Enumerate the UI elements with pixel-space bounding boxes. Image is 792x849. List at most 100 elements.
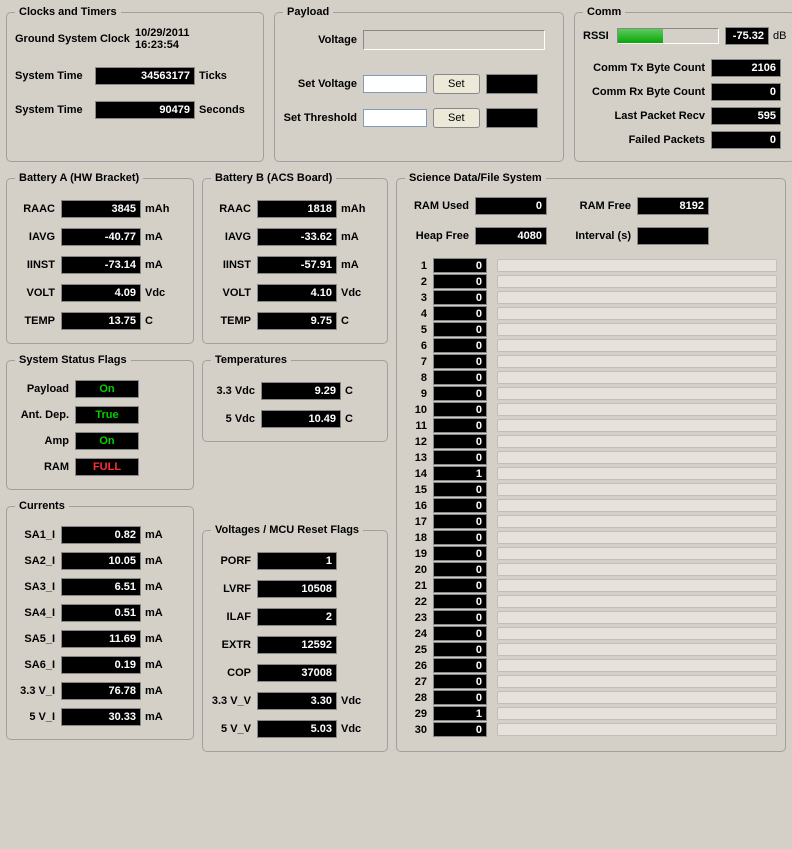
flags-rows-row-0: PayloadOn [15, 380, 185, 398]
sci-row-num-19: 19 [405, 548, 427, 560]
batA-rows-label-2: IINST [15, 259, 61, 271]
currents-rows-label-1: SA2_I [15, 555, 61, 567]
sci-row-bar-3 [497, 291, 777, 304]
sci-row-value-2: 0 [433, 274, 487, 289]
sci-row-num-27: 27 [405, 676, 427, 688]
sci-row-num-9: 9 [405, 388, 427, 400]
battery-b-legend: Battery B (ACS Board) [211, 172, 336, 184]
currents-rows-row-7: 5 V_I30.33mA [15, 708, 185, 726]
sci-row-bar-8 [497, 371, 777, 384]
set-voltage-input[interactable] [363, 75, 427, 93]
sci-row-bar-25 [497, 643, 777, 656]
set-threshold-input[interactable] [363, 109, 427, 127]
sci-row-value-3: 0 [433, 290, 487, 305]
batB-rows-unit-2: mA [337, 259, 359, 271]
currents-rows-unit-2: mA [141, 581, 163, 593]
sci-row-num-23: 23 [405, 612, 427, 624]
sci-row-bar-24 [497, 627, 777, 640]
comm-rx-label: Comm Rx Byte Count [583, 86, 711, 98]
rssi-label: RSSI [583, 30, 617, 42]
batB-rows-value-4: 9.75 [257, 312, 337, 330]
sci-row-value-15: 0 [433, 482, 487, 497]
flags-rows-value-3: FULL [75, 458, 139, 476]
sci-row-num-21: 21 [405, 580, 427, 592]
sci-row-num-29: 29 [405, 708, 427, 720]
sci-row-bar-23 [497, 611, 777, 624]
sci-row-num-24: 24 [405, 628, 427, 640]
sci-row-num-26: 26 [405, 660, 427, 672]
currents-rows-row-4: SA5_I11.69mA [15, 630, 185, 648]
sci-row-value-20: 0 [433, 562, 487, 577]
sci-row-num-14: 14 [405, 468, 427, 480]
batB-rows-unit-0: mAh [337, 203, 365, 215]
sci-row-value-24: 0 [433, 626, 487, 641]
flags-rows-value-1: True [75, 406, 139, 424]
sci-row-bar-1 [497, 259, 777, 272]
batB-rows-row-1: IAVG-33.62mA [211, 228, 379, 246]
sci-row-num-11: 11 [405, 420, 427, 432]
sci-row-num-12: 12 [405, 436, 427, 448]
set-threshold-readback [486, 108, 538, 128]
vmcu-rows-row-4: COP37008 [211, 664, 379, 682]
ram-used-label: RAM Used [405, 200, 475, 212]
sci-row-num-10: 10 [405, 404, 427, 416]
battery-a-legend: Battery A (HW Bracket) [15, 172, 143, 184]
clocks-panel: Clocks and Timers Ground System Clock 10… [6, 6, 264, 162]
currents-rows-value-5: 0.19 [61, 656, 141, 674]
sci-row-num-16: 16 [405, 500, 427, 512]
flags-rows-label-0: Payload [15, 383, 75, 395]
sci-row-num-2: 2 [405, 276, 427, 288]
vmcu-rows-unit-6: Vdc [337, 723, 361, 735]
currents-rows-row-3: SA4_I0.51mA [15, 604, 185, 622]
vmcu-rows-row-3: EXTR12592 [211, 636, 379, 654]
sci-row-bar-12 [497, 435, 777, 448]
sci-row-bar-18 [497, 531, 777, 544]
sci-row-value-21: 0 [433, 578, 487, 593]
battery-a-panel: Battery A (HW Bracket) RAAC3845mAhIAVG-4… [6, 172, 194, 344]
temps-rows-unit-0: C [341, 385, 353, 397]
systime1-label: System Time [15, 70, 95, 82]
sci-row-value-4: 0 [433, 306, 487, 321]
sci-row-value-7: 0 [433, 354, 487, 369]
batA-rows-value-4: 13.75 [61, 312, 141, 330]
vmcu-rows-value-4: 37008 [257, 664, 337, 682]
batA-rows-unit-1: mA [141, 231, 163, 243]
currents-rows-row-2: SA3_I6.51mA [15, 578, 185, 596]
currents-rows-label-0: SA1_I [15, 529, 61, 541]
sci-row-value-6: 0 [433, 338, 487, 353]
sci-row-bar-14 [497, 467, 777, 480]
sci-row-bar-11 [497, 419, 777, 432]
batA-rows-label-1: IAVG [15, 231, 61, 243]
clocks-legend: Clocks and Timers [15, 6, 121, 18]
flags-rows-value-2: On [75, 432, 139, 450]
sci-row-value-25: 0 [433, 642, 487, 657]
sci-row-value-19: 0 [433, 546, 487, 561]
sci-row-num-25: 25 [405, 644, 427, 656]
set-threshold-button[interactable]: Set [433, 108, 480, 128]
batA-rows-row-3: VOLT4.09Vdc [15, 284, 185, 302]
currents-rows-unit-7: mA [141, 711, 163, 723]
rssi-value: -75.32 [725, 27, 769, 45]
currents-rows-unit-5: mA [141, 659, 163, 671]
temperatures-legend: Temperatures [211, 354, 291, 366]
vmcu-rows-row-6: 5 V_V5.03Vdc [211, 720, 379, 738]
science-panel: Science Data/File System RAM Used 0 RAM … [396, 172, 786, 752]
currents-rows-label-7: 5 V_I [15, 711, 61, 723]
vmcu-rows-row-1: LVRF10508 [211, 580, 379, 598]
flags-rows-row-1: Ant. Dep.True [15, 406, 185, 424]
vmcu-rows-row-2: ILAF2 [211, 608, 379, 626]
interval-label: Interval (s) [571, 230, 637, 242]
vmcu-rows-value-6: 5.03 [257, 720, 337, 738]
sci-row-value-10: 0 [433, 402, 487, 417]
rssi-unit: dB [769, 30, 786, 42]
batB-rows-row-2: IINST-57.91mA [211, 256, 379, 274]
sci-row-num-1: 1 [405, 260, 427, 272]
batB-rows-row-0: RAAC1818mAh [211, 200, 379, 218]
batA-rows-row-1: IAVG-40.77mA [15, 228, 185, 246]
batB-rows-unit-4: C [337, 315, 349, 327]
sci-row-bar-15 [497, 483, 777, 496]
sci-row-value-8: 0 [433, 370, 487, 385]
sci-row-bar-7 [497, 355, 777, 368]
currents-legend: Currents [15, 500, 69, 512]
set-voltage-button[interactable]: Set [433, 74, 480, 94]
